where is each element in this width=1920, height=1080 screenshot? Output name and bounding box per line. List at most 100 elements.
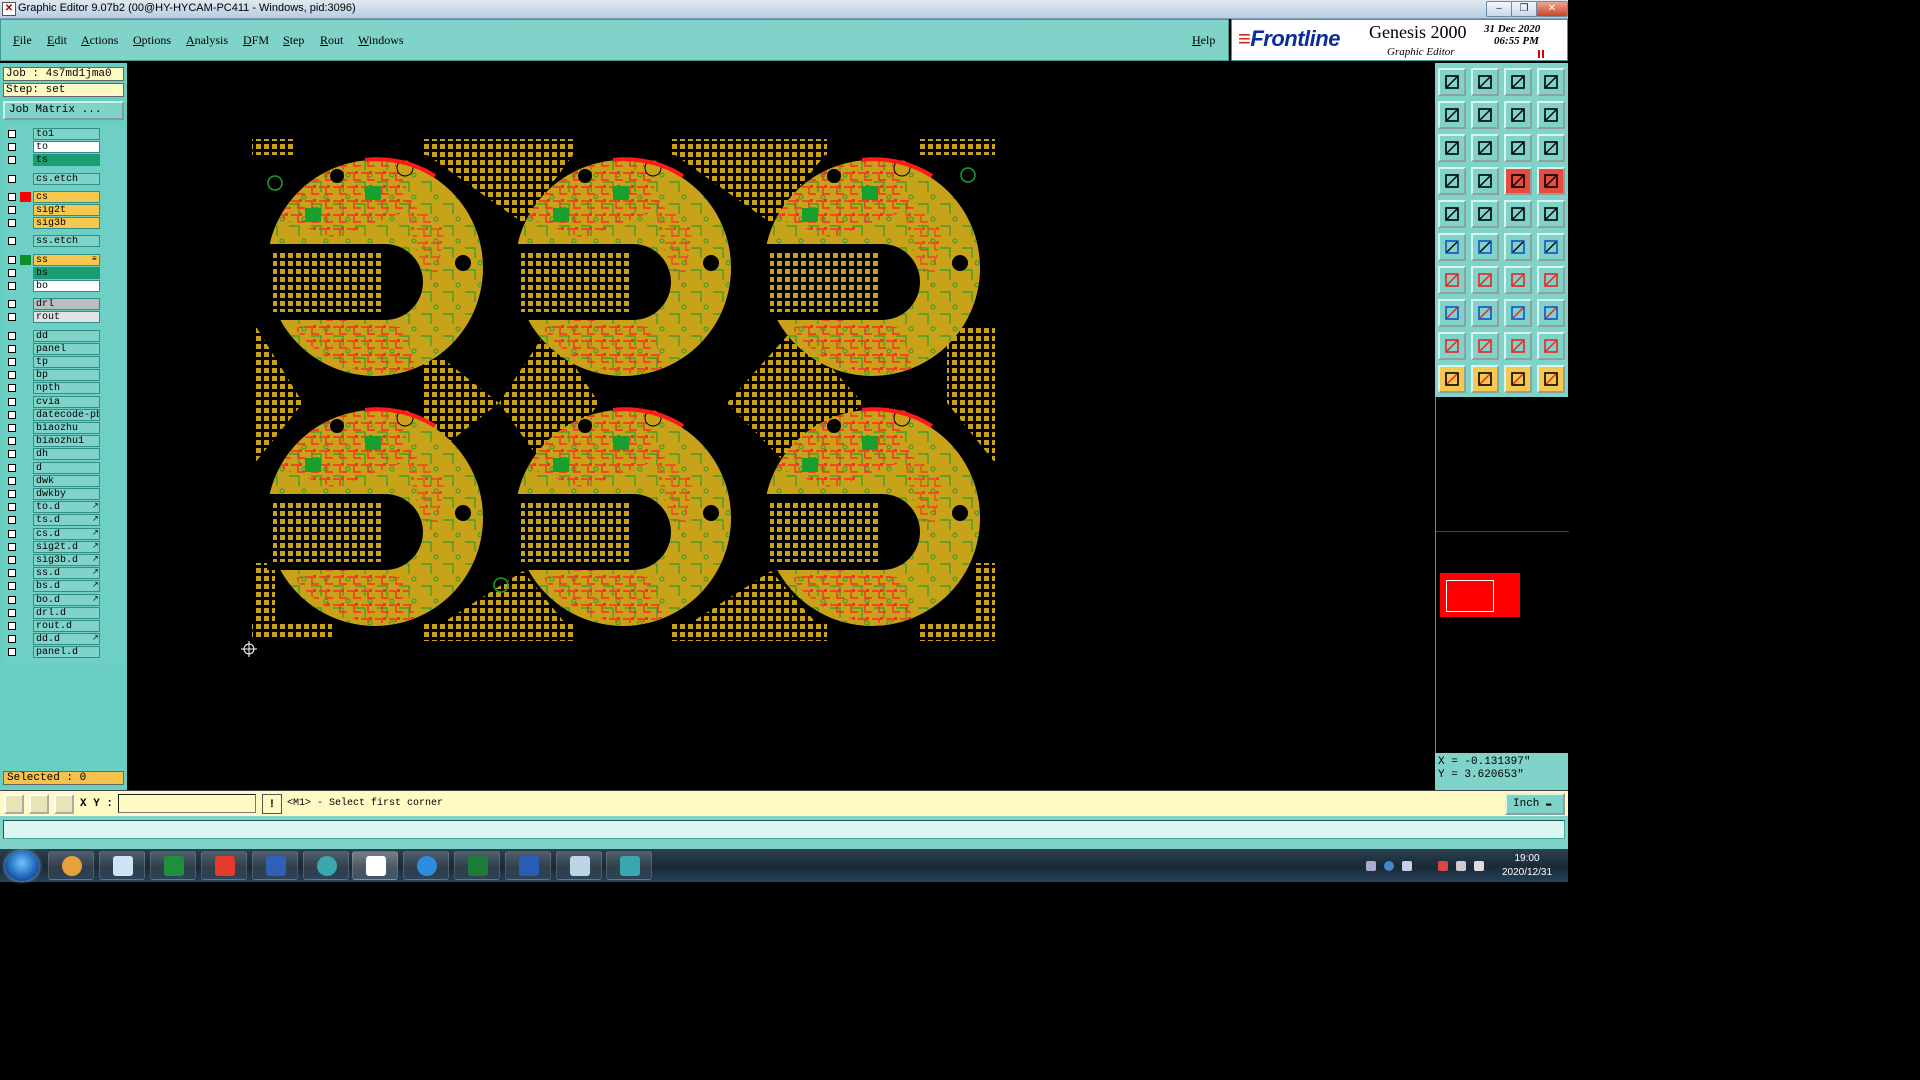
layer-name[interactable]: sig3b — [33, 217, 100, 230]
layer-checkbox[interactable] — [8, 556, 16, 564]
minimize-button[interactable]: – — [1486, 1, 1512, 17]
taskbar-app-graphic-editor[interactable] — [352, 851, 398, 880]
layer-row-npth[interactable]: npth — [3, 382, 103, 395]
measure-icon[interactable] — [29, 794, 49, 814]
layer-row-ss-etch[interactable]: ss.etch — [3, 235, 103, 248]
layer-name[interactable]: sig3b.d — [33, 554, 100, 566]
layer-checkbox[interactable] — [8, 192, 16, 201]
layer-name[interactable]: cs.etch — [33, 172, 100, 185]
layer-checkbox[interactable] — [8, 542, 16, 551]
layer-row-dd-d[interactable]: dd.d ↗ — [3, 633, 103, 646]
layer-name[interactable]: ss — [33, 253, 100, 266]
taskbar-app-shell[interactable] — [48, 851, 94, 880]
layer-checkbox[interactable] — [8, 237, 16, 246]
layer-checkbox[interactable] — [8, 529, 16, 538]
tray-arrow-icon[interactable] — [1402, 861, 1412, 871]
layer-checkbox[interactable] — [8, 397, 16, 406]
layer-row-biaozhu[interactable]: biaozhu — [3, 422, 103, 434]
layer-checkbox[interactable] — [8, 156, 16, 165]
zoom-extents-icon[interactable] — [1438, 134, 1466, 162]
layer-name[interactable]: rout — [33, 311, 100, 324]
layer-name[interactable]: biaozhu — [33, 422, 100, 434]
taskbar-app-excel[interactable] — [454, 851, 500, 880]
layer-checkbox[interactable] — [8, 344, 16, 353]
taskbar-app-messenger[interactable] — [403, 851, 449, 880]
layer-name[interactable]: biaozhu1 — [33, 435, 100, 448]
layer-row-cs-d[interactable]: cs.d ↗ — [3, 527, 103, 540]
layer-row-biaozhu1[interactable]: biaozhu1 — [3, 435, 103, 448]
menu-edit[interactable]: Edit — [47, 33, 67, 48]
layer-row-panel-d[interactable]: panel.d — [3, 646, 103, 659]
pcb-unit-5[interactable] — [513, 407, 733, 628]
layer-row-drl[interactable]: drl — [3, 298, 103, 311]
layer-name[interactable]: npth — [33, 382, 100, 395]
layer-checkbox[interactable] — [8, 635, 16, 644]
triangle-b-icon[interactable] — [1471, 332, 1499, 360]
layer-row-bs-d[interactable]: bs.d ↗ — [3, 580, 103, 593]
layer-checkbox[interactable] — [8, 143, 16, 152]
layer-checkbox[interactable] — [8, 174, 16, 183]
pcb-unit-2[interactable] — [513, 157, 733, 378]
select-arrow-icon[interactable] — [1471, 365, 1499, 393]
layer-row-sig2t[interactable]: sig2t — [3, 204, 103, 216]
layer-row-rout[interactable]: rout — [3, 311, 103, 324]
layer-checkbox[interactable] — [8, 331, 16, 340]
layer-name[interactable]: dd — [33, 329, 100, 342]
menu-actions[interactable]: Actions — [81, 33, 118, 48]
taskbar-app-genesis-p[interactable] — [150, 851, 196, 880]
layer-checkbox[interactable] — [8, 490, 16, 498]
menu-file[interactable]: File — [13, 33, 32, 48]
layer-row-rout-d[interactable]: rout.d — [3, 620, 103, 632]
layer-row-to1[interactable]: to1 — [3, 128, 103, 140]
menu-step[interactable]: Step — [283, 33, 304, 48]
pan-left-icon[interactable] — [1438, 101, 1466, 129]
layer-name[interactable]: to.d — [33, 501, 100, 514]
start-button[interactable] — [5, 851, 39, 881]
menu-options[interactable]: Options — [133, 33, 171, 48]
layer-row-drl-d[interactable]: drl.d — [3, 606, 103, 619]
layer-checkbox[interactable] — [8, 206, 16, 214]
layer-row-sig2t-d[interactable]: sig2t.d ↗ — [3, 540, 103, 553]
layer-row-panel[interactable]: panel — [3, 342, 103, 355]
tools-icon[interactable] — [1438, 167, 1466, 195]
layer-row-dwk[interactable]: dwk — [3, 474, 103, 487]
layer-name[interactable]: rout.d — [33, 620, 100, 632]
select-route-icon[interactable] — [1537, 365, 1565, 393]
layer-checkbox[interactable] — [8, 255, 16, 264]
layer-color-swatch[interactable] — [20, 191, 31, 202]
window-icon[interactable] — [1537, 68, 1565, 96]
layer-row-dwkby[interactable]: dwkby — [3, 488, 103, 500]
line-slant-icon[interactable] — [1471, 266, 1499, 294]
layer-name[interactable]: to — [33, 141, 100, 154]
delete-feature-icon[interactable] — [1471, 233, 1499, 261]
menu-windows[interactable]: Windows — [358, 33, 404, 48]
pcb-unit-4[interactable] — [265, 407, 485, 628]
layer-name[interactable]: bs — [33, 266, 100, 279]
break-icon[interactable] — [1537, 233, 1565, 261]
select-move-icon[interactable] — [1504, 365, 1532, 393]
layer-row-cvia[interactable]: cvia — [3, 395, 103, 408]
layer-checkbox[interactable] — [8, 424, 16, 432]
pcb-panel-view[interactable] — [127, 63, 1435, 790]
taskbar-app-viewer[interactable] — [303, 851, 349, 880]
layer-name[interactable]: ts.d — [33, 514, 100, 527]
xy-input[interactable] — [118, 794, 256, 813]
layer-row-bp[interactable]: bp — [3, 369, 103, 382]
layer-row-ts[interactable]: ts — [3, 154, 103, 167]
triangle-c-icon[interactable] — [1504, 332, 1532, 360]
layer-row-to[interactable]: to — [3, 141, 103, 154]
layer-name[interactable]: cvia — [33, 395, 100, 408]
layer-checkbox[interactable] — [8, 463, 16, 472]
taskbar-clock[interactable]: 19:00 2020/12/31 — [1490, 852, 1564, 880]
line-add-icon[interactable] — [1471, 299, 1499, 327]
taskbar-app-notepad[interactable] — [99, 851, 145, 880]
tray-display-icon[interactable] — [1456, 861, 1466, 871]
layer-name[interactable]: d — [33, 461, 100, 474]
layer-row-sig3b[interactable]: sig3b — [3, 217, 103, 230]
layer-name[interactable]: datecode-pbc — [33, 408, 100, 421]
layer-name[interactable]: panel — [33, 342, 100, 355]
restore-button[interactable]: ❐ — [1511, 1, 1537, 17]
grid-icon[interactable] — [54, 794, 74, 814]
layer-name[interactable]: dd.d — [33, 633, 100, 646]
move-icon[interactable] — [1504, 299, 1532, 327]
